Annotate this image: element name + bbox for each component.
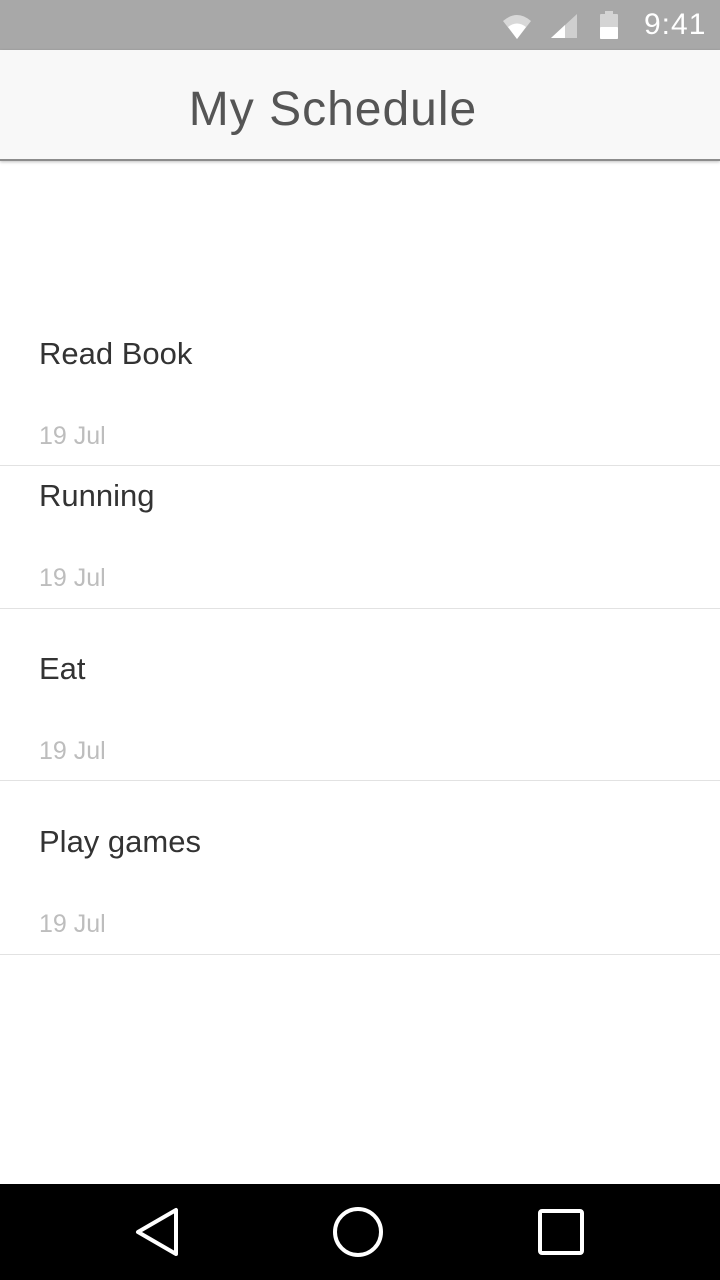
schedule-item-title: Eat [39, 651, 86, 686]
status-bar: 9:41 [0, 0, 720, 50]
schedule-item-title: Read Book [39, 336, 193, 371]
schedule-item-eat[interactable]: Eat 19 Jul [0, 609, 720, 781]
navigation-bar [0, 1184, 720, 1280]
schedule-item-date: 19 Jul [39, 910, 106, 938]
schedule-item-title: Running [39, 478, 155, 513]
schedule-item-date: 19 Jul [39, 422, 106, 450]
schedule-item-read-book[interactable]: Read Book 19 Jul [0, 318, 720, 466]
back-icon[interactable] [130, 1204, 186, 1260]
home-icon[interactable] [330, 1204, 386, 1260]
cellular-signal-icon [551, 14, 577, 38]
clock-time: 9:41 [644, 8, 707, 41]
battery-icon [600, 11, 618, 39]
schedule-item-date: 19 Jul [39, 737, 106, 765]
wifi-icon [503, 15, 531, 39]
schedule-item-running[interactable]: Running 19 Jul [0, 466, 720, 609]
schedule-item-play-games[interactable]: Play games 19 Jul [0, 781, 720, 955]
page-title: My Schedule [188, 83, 478, 136]
schedule-item-title: Play games [39, 824, 201, 859]
app-bar: My Schedule [0, 50, 720, 161]
schedule-item-date: 19 Jul [39, 564, 106, 592]
recents-icon[interactable] [532, 1204, 588, 1260]
